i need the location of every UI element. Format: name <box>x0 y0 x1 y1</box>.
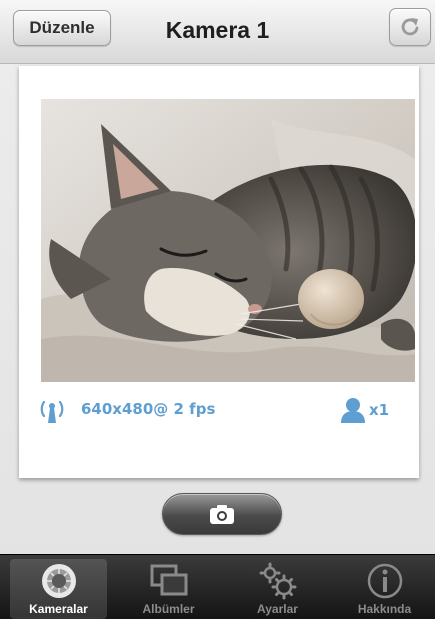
refresh-button[interactable] <box>389 8 431 46</box>
app-screen: Düzenle Kamera 1 640x480@ 2 fps x1 Kamer… <box>0 0 435 619</box>
info-icon <box>367 563 402 599</box>
albums-icon <box>150 564 187 596</box>
edit-button[interactable]: Düzenle <box>13 10 111 46</box>
camera-card: 640x480@ 2 fps x1 <box>19 66 419 478</box>
tab-cameras[interactable]: Kameralar <box>10 559 107 619</box>
tab-label: Albümler <box>142 602 195 616</box>
tab-about[interactable]: Hakkında <box>336 559 433 619</box>
tab-label: Hakkında <box>357 602 412 616</box>
page-title: Kamera 1 <box>165 17 270 43</box>
camera-feed-image[interactable] <box>41 99 415 382</box>
viewer-count: x1 <box>369 401 390 419</box>
refresh-icon <box>401 18 419 36</box>
tab-albums[interactable]: Albümler <box>120 559 217 619</box>
person-icon <box>341 398 365 423</box>
nav-bar: Düzenle Kamera 1 <box>0 0 435 64</box>
signal-icon <box>40 400 64 423</box>
tab-settings[interactable]: Ayarlar <box>229 559 326 619</box>
tab-bar: Kameralar Albümler Ayarlar Hakkında <box>0 554 435 619</box>
tab-label: Kameralar <box>29 602 88 616</box>
tab-label: Ayarlar <box>257 602 298 616</box>
camera-icon <box>210 505 234 524</box>
snapshot-button[interactable] <box>162 493 282 535</box>
resolution-label: 640x480@ 2 fps <box>81 400 216 418</box>
camera-info-row: 640x480@ 2 fps x1 <box>39 395 411 425</box>
gears-icon <box>259 562 296 600</box>
camera-lens-icon <box>41 564 76 598</box>
